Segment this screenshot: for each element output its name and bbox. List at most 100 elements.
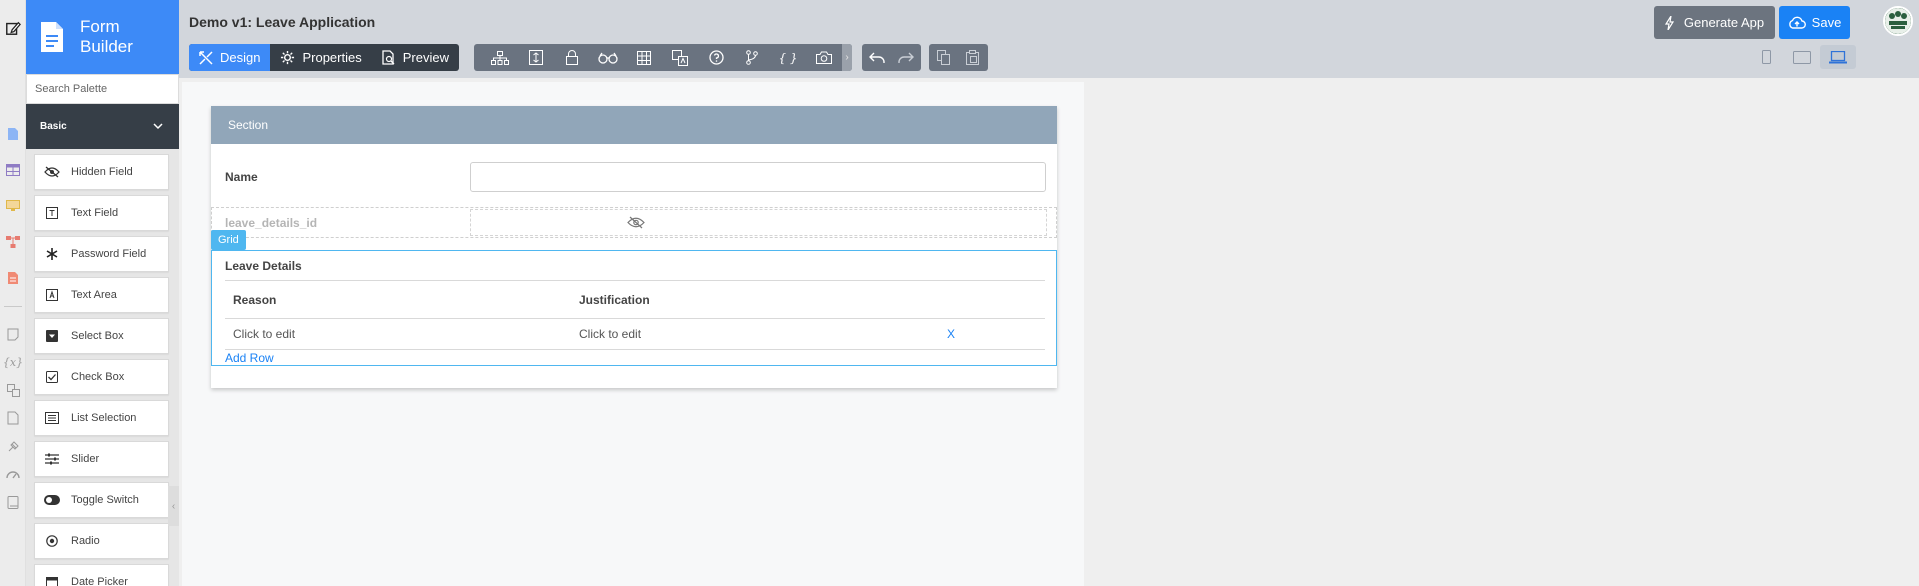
screenshot-button[interactable] [806,44,842,71]
design-canvas: Section Name leave_details_id Grid Leave… [182,82,1084,586]
form-section[interactable]: Section Name leave_details_id Grid Leave… [211,106,1057,388]
variable-icon[interactable]: {x} [3,354,23,370]
book-icon[interactable] [5,494,21,510]
translate-icon[interactable] [5,382,21,398]
left-rail: {x} [0,0,26,586]
mobile-view-button[interactable] [1748,45,1784,69]
cloud-upload-icon [1788,16,1806,29]
column-header-reason[interactable]: Reason [225,280,571,319]
column-icon [529,50,543,65]
slider-icon [44,451,60,467]
palette-item-date-picker[interactable]: Date Picker [34,564,169,586]
design-icon [199,50,213,65]
note-icon[interactable] [5,326,21,342]
radio-icon [44,533,60,549]
report-icon[interactable] [5,270,21,286]
form-icon[interactable] [5,126,21,142]
palette-item-list-selection[interactable]: List Selection [34,400,169,436]
translate-icon [672,49,688,66]
reason-cell[interactable]: Click to edit [225,318,571,350]
generate-app-button[interactable]: Generate App [1654,6,1775,39]
monitor-icon[interactable] [5,198,21,214]
clipboard-group [929,44,988,71]
palette-item-label: Hidden Field [71,166,133,178]
save-label: Save [1811,15,1842,30]
undo-button[interactable] [862,44,891,71]
hidden-field-row[interactable]: leave_details_id [211,207,1057,238]
column-button[interactable] [518,44,554,71]
glasses-button[interactable] [590,44,626,71]
collapse-palette-handle[interactable]: ‹ [168,486,179,526]
lock-icon [566,50,578,65]
grid-header-row: Reason Justification [225,280,1045,319]
palette-item-slider[interactable]: Slider [34,441,169,477]
palette-item-toggle-switch[interactable]: Toggle Switch [34,482,169,518]
grid-title: Leave Details [225,259,302,273]
justification-cell[interactable]: Click to edit [571,318,947,350]
brand-header: Form Builder [26,0,179,74]
grid-table: Reason Justification Click to edit Click… [225,280,1045,350]
edit-icon[interactable] [5,20,21,36]
phone-icon [1761,50,1771,64]
column-header-justification[interactable]: Justification [571,280,947,319]
palette-category-label: Basic [40,121,67,132]
avatar[interactable] [1883,6,1913,36]
translate-button[interactable] [662,44,698,71]
grid-button[interactable] [626,44,662,71]
more-tools-button[interactable]: › [842,44,852,71]
palette-item-label: Toggle Switch [71,494,139,506]
table-icon[interactable] [5,162,21,178]
save-button[interactable]: Save [1779,6,1850,39]
palette-search-input[interactable] [26,74,179,104]
name-field-input[interactable] [470,162,1046,192]
desktop-view-button[interactable] [1820,45,1856,69]
code-button[interactable]: { } [770,44,806,71]
palette-item-label: Text Area [71,289,117,301]
add-row-link[interactable]: Add Row [225,351,274,365]
tree-button[interactable] [482,44,518,71]
file-icon[interactable] [5,410,21,426]
name-field-label: Name [225,170,258,184]
palette-item-check-box[interactable]: Check Box [34,359,169,395]
palette-item-select-box[interactable]: Select Box [34,318,169,354]
gear-icon [281,50,295,65]
hidden-field-label: leave_details_id [225,216,318,230]
preview-tab[interactable]: Preview [372,44,459,71]
braces-icon: { } [778,50,798,65]
eye-slash-icon [44,164,60,180]
section-header[interactable]: Section [211,106,1057,144]
grid-tag[interactable]: Grid [211,230,246,250]
text-area-icon [44,287,60,303]
table-row: Click to edit Click to edit X [225,318,1045,350]
paste-button[interactable] [958,44,987,71]
plugin-icon[interactable] [5,438,21,454]
history-group [862,44,921,71]
palette-item-text-field[interactable]: Text Field [34,195,169,231]
chevron-down-icon [153,123,163,130]
help-button[interactable] [698,44,734,71]
copy-button[interactable] [929,44,958,71]
palette-item-radio[interactable]: Radio [34,523,169,559]
palette-item-label: Radio [71,535,100,547]
workflow-icon[interactable] [5,234,21,250]
palette-category-basic[interactable]: Basic [26,104,179,149]
delete-row-button[interactable]: X [947,318,1045,350]
tablet-view-button[interactable] [1784,45,1820,69]
branch-button[interactable] [734,44,770,71]
paste-icon [966,50,979,65]
properties-tab[interactable]: Properties [270,44,371,71]
copy-icon [937,50,950,65]
dashboard-icon[interactable] [5,466,21,482]
camera-icon [816,51,832,64]
palette-item-hidden-field[interactable]: Hidden Field [34,154,169,190]
tree-icon [491,50,509,65]
name-field-row[interactable]: Name [211,162,1057,192]
palette-item-password-field[interactable]: Password Field [34,236,169,272]
preview-icon [382,50,395,65]
grid-element[interactable]: Leave Details Reason Justification Click… [211,250,1057,366]
design-tab[interactable]: Design [189,44,271,71]
palette-item-text-area[interactable]: Text Area [34,277,169,313]
lock-button[interactable] [554,44,590,71]
app-title: Demo v1: Leave Application [189,14,376,30]
redo-button[interactable] [891,44,920,71]
